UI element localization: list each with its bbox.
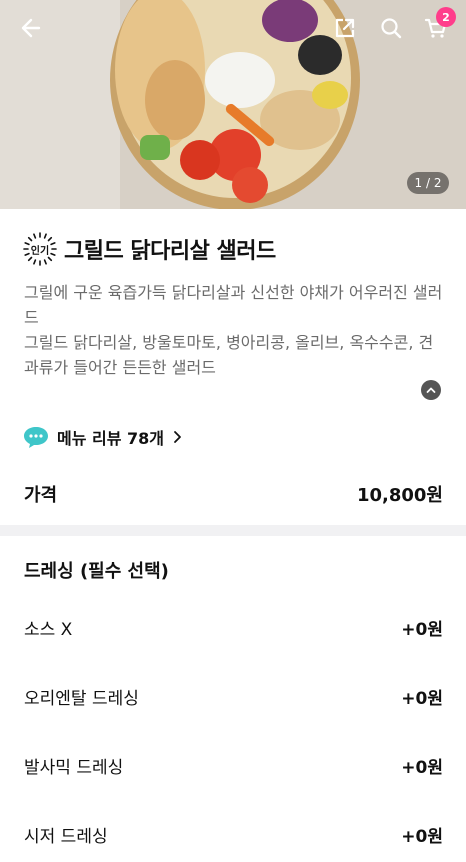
dressing-option[interactable]: 오리엔탈 드레싱 +0원 [24, 684, 443, 709]
dressing-option[interactable]: 소스 X +0원 [24, 615, 443, 640]
dressing-option[interactable]: 시저 드레싱 +0원 [24, 822, 443, 847]
dressing-option-label: 시저 드레싱 [24, 827, 108, 847]
popular-badge-label: 인기 [30, 245, 50, 257]
share-button[interactable] [327, 10, 363, 46]
dressing-section-title: 드레싱 (필수 선택) [24, 561, 169, 582]
menu-review-label: 메뉴 리뷰 78개 [57, 429, 165, 448]
dressing-option-label: 오리엔탈 드레싱 [24, 689, 139, 709]
price-value: 10,800원 [356, 485, 443, 506]
dressing-option-price: +0원 [401, 620, 443, 640]
product-title-row: 인기 그릴드 닭다리살 샐러드 [22, 231, 276, 267]
top-bar: 2 [0, 0, 466, 56]
section-divider [0, 525, 466, 536]
dressing-option-price: +0원 [401, 827, 443, 847]
dressing-option-label: 발사믹 드레싱 [24, 758, 124, 778]
dressing-option-price: +0원 [401, 758, 443, 778]
menu-review-link[interactable]: 메뉴 리뷰 78개 [23, 425, 182, 449]
cart-count-badge: 2 [436, 7, 456, 27]
product-title: 그릴드 닭다리살 샐러드 [64, 239, 276, 264]
chevron-right-icon [174, 431, 181, 443]
collapse-description-button[interactable] [421, 380, 441, 400]
search-icon [381, 18, 402, 39]
image-page-indicator: 1 / 2 [407, 172, 449, 194]
dressing-option[interactable]: 발사믹 드레싱 +0원 [24, 753, 443, 778]
dressing-option-price: +0원 [401, 689, 443, 709]
arrow-left-icon [21, 18, 41, 38]
back-button[interactable] [12, 10, 48, 46]
share-icon [335, 18, 355, 38]
price-row: 가격 10,800원 [24, 481, 443, 507]
price-label: 가격 [24, 485, 58, 506]
product-description: 그릴에 구운 육즙가득 닭다리살과 신선한 야채가 어우러진 샐러드 그릴드 닭… [24, 283, 443, 377]
popular-badge: 인기 [22, 231, 58, 267]
dressing-option-label: 소스 X [24, 620, 73, 640]
chat-bubble-icon [24, 427, 48, 448]
chevron-up-icon [426, 387, 436, 393]
search-button[interactable] [373, 10, 409, 46]
